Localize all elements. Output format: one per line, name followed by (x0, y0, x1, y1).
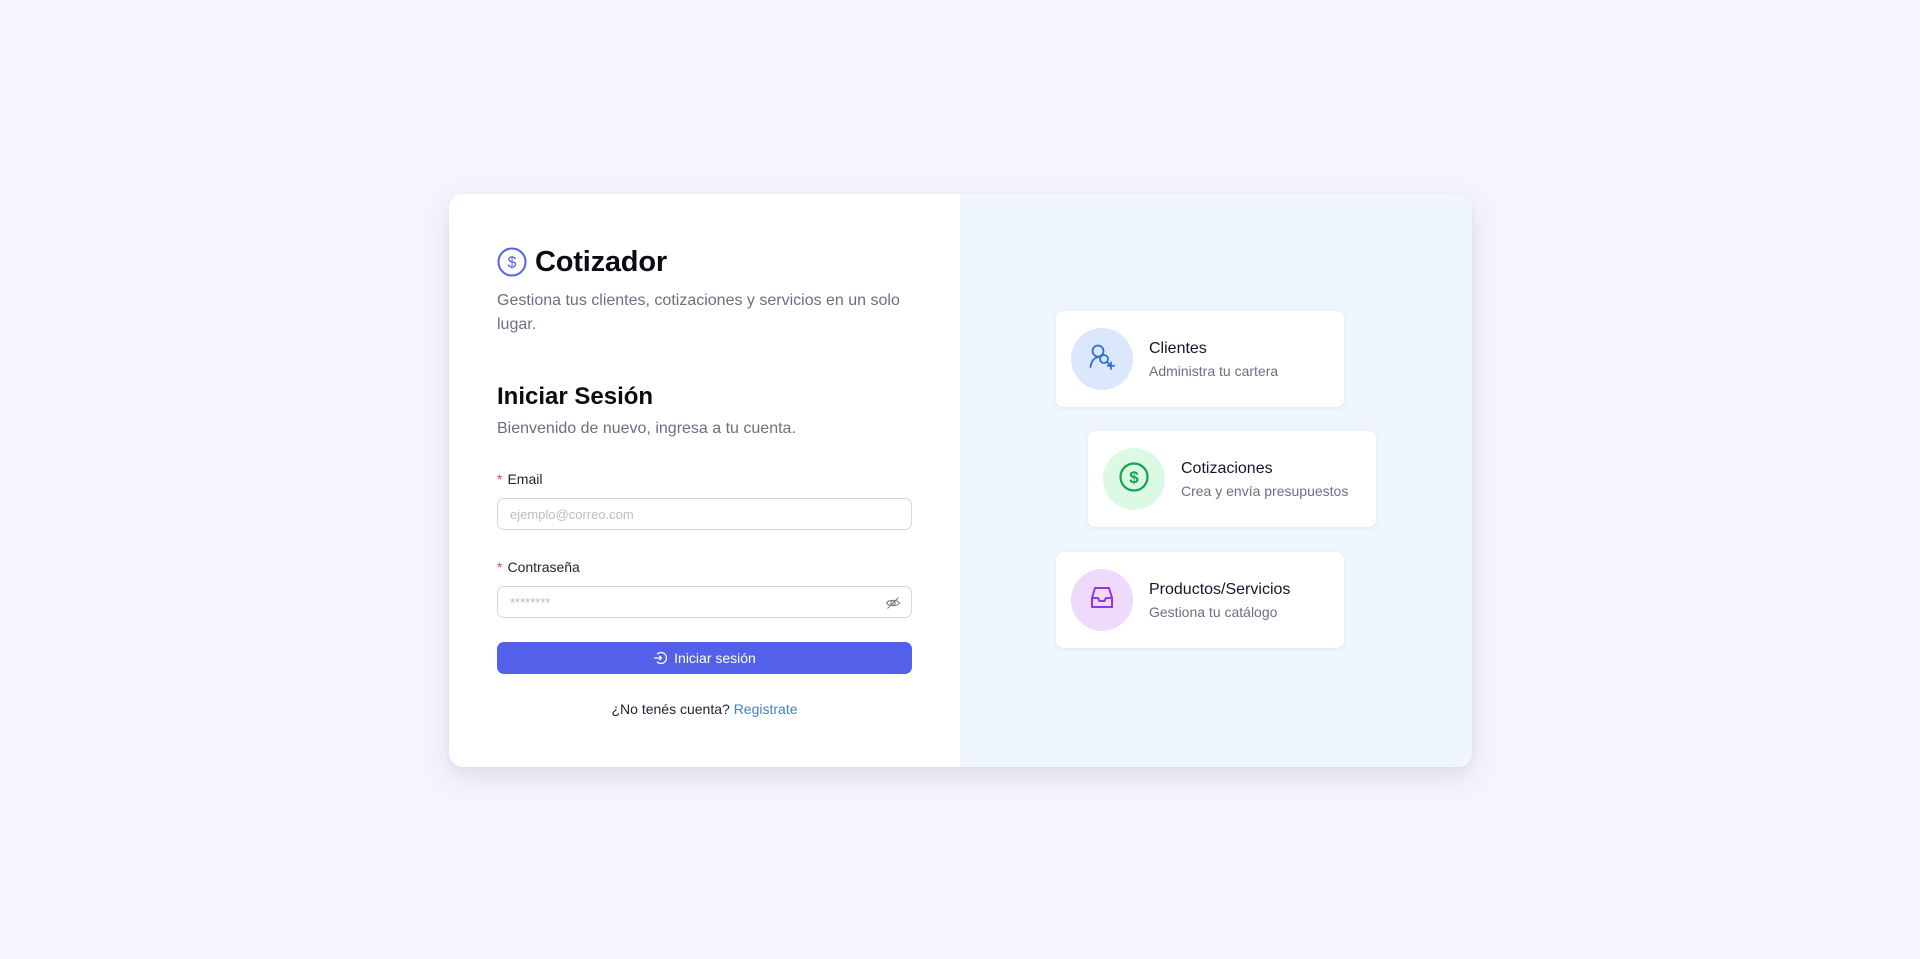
feature-text: Clientes Administra tu cartera (1149, 340, 1278, 379)
app-subtitle: Gestiona tus clientes, cotizaciones y se… (497, 292, 900, 333)
feature-icon-circle: $ (1103, 448, 1165, 510)
email-label: * Email (497, 471, 912, 487)
feature-title: Cotizaciones (1181, 459, 1273, 477)
features-panel: Clientes Administra tu cartera $ Cotizac… (960, 194, 1472, 767)
page-subtitle: Bienvenido de nuevo, ingresa a tu cuenta… (497, 420, 796, 437)
feature-icon-circle (1071, 328, 1133, 390)
feature-card-cotizaciones: $ Cotizaciones Crea y envía presupuestos (1088, 431, 1376, 527)
password-label-text: Contraseña (507, 559, 580, 575)
dollar-circle-icon: $ (497, 247, 527, 277)
svg-text:$: $ (1129, 468, 1139, 487)
feature-title: Productos/Servicios (1149, 580, 1291, 598)
user-add-icon (1087, 342, 1117, 377)
login-card: $ Cotizador Gestiona tus clientes, cotiz… (449, 194, 1472, 767)
feature-description: Crea y envía presupuestos (1181, 482, 1349, 499)
feature-text: Productos/Servicios Gestiona tu catálogo (1149, 581, 1290, 620)
login-button[interactable]: Iniciar sesión (497, 642, 912, 674)
feature-title: Clientes (1149, 339, 1207, 357)
feature-card-clientes: Clientes Administra tu cartera (1056, 311, 1344, 407)
feature-icon-circle (1071, 569, 1133, 631)
password-field[interactable] (498, 587, 911, 617)
register-prompt: ¿No tenés cuenta? (611, 701, 730, 717)
feature-text: Cotizaciones Crea y envía presupuestos (1181, 460, 1348, 499)
brand: $ Cotizador (497, 245, 912, 279)
password-field-wrapper (497, 586, 912, 618)
feature-description: Gestiona tu catálogo (1149, 603, 1278, 620)
required-mark: * (497, 471, 503, 487)
page-title: Iniciar Sesión (497, 383, 654, 410)
password-label: * Contraseña (497, 559, 912, 575)
login-panel: $ Cotizador Gestiona tus clientes, cotiz… (449, 194, 960, 767)
inbox-icon (1089, 585, 1115, 616)
feature-description: Administra tu cartera (1149, 362, 1279, 379)
svg-text:$: $ (508, 255, 517, 272)
app-title: Cotizador (535, 245, 667, 278)
email-label-text: Email (507, 471, 543, 487)
feature-card-productos: Productos/Servicios Gestiona tu catálogo (1056, 552, 1344, 648)
register-link[interactable]: Registrate (734, 701, 798, 717)
email-field[interactable] (498, 499, 911, 529)
eye-off-icon[interactable] (885, 595, 901, 611)
register-line: ¿No tenés cuenta? Registrate (497, 701, 912, 717)
dollar-circle-icon: $ (1118, 461, 1150, 498)
required-mark: * (497, 559, 503, 575)
login-icon (653, 651, 668, 665)
login-button-label: Iniciar sesión (674, 650, 756, 666)
email-field-wrapper (497, 498, 912, 530)
